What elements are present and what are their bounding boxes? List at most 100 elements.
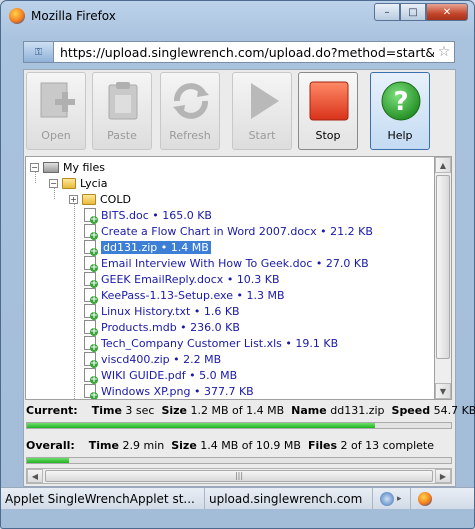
window-title: Mozilla Firefox xyxy=(31,9,116,23)
overall-files: 2 of 13 complete xyxy=(340,439,434,452)
file-size: 377.7 KB xyxy=(203,384,254,398)
folder-cold[interactable]: + COLD xyxy=(69,191,131,207)
overall-time-label: Time xyxy=(88,439,119,452)
collapse-toggle-icon[interactable]: − xyxy=(30,162,39,172)
current-name-label: Name xyxy=(291,404,327,417)
file-entry[interactable]: Linux History.txt • 1.6 KB xyxy=(101,305,240,318)
help-label: Help xyxy=(387,129,413,142)
open-icon xyxy=(40,82,75,118)
file-size: 5.0 MB xyxy=(199,368,238,382)
file-row[interactable]: Create a Flow Chart in Word 2007.docx • … xyxy=(84,223,373,240)
file-entry[interactable]: dd131.zip • 1.4 MB xyxy=(101,240,211,254)
file-entry[interactable]: WIKI GUIDE.pdf • 5.0 MB xyxy=(101,369,237,382)
file-add-icon xyxy=(84,336,98,352)
url-field[interactable]: https://upload.singlewrench.com/upload.d… xyxy=(54,45,434,60)
minimize-button[interactable]: – xyxy=(374,3,400,21)
file-row[interactable]: BITS.doc • 165.0 KB xyxy=(84,207,212,224)
file-name: Windows XP.png xyxy=(101,384,191,398)
maximize-button[interactable]: □ xyxy=(400,3,426,21)
current-status: Current: Time 3 sec Size 1.2 MB of 1.4 M… xyxy=(26,404,475,417)
network-icon[interactable] xyxy=(380,491,394,506)
bullet-separator: • xyxy=(190,384,204,398)
file-tree[interactable]: − My files − Lycia + COLD BITS.doc • 165… xyxy=(25,156,435,400)
folder-label: Lycia xyxy=(80,176,108,190)
scroll-left-arrow-icon[interactable]: ◀ xyxy=(27,469,43,483)
bookmark-star-icon[interactable]: ☆ xyxy=(434,44,454,60)
paste-button[interactable]: Paste xyxy=(92,72,152,150)
refresh-button[interactable]: Refresh xyxy=(160,72,220,150)
bullet-separator: • xyxy=(312,256,326,270)
collapse-toggle-icon[interactable]: − xyxy=(49,178,58,188)
expand-toggle-icon[interactable]: + xyxy=(69,194,78,204)
file-entry[interactable]: Products.mdb • 236.0 KB xyxy=(101,321,240,334)
horizontal-scroll-thumb[interactable]: ||| xyxy=(45,470,433,482)
file-add-icon xyxy=(84,272,98,288)
current-size-label: Size xyxy=(161,404,188,417)
file-entry[interactable]: BITS.doc • 165.0 KB xyxy=(101,209,212,222)
file-size: 2.2 MB xyxy=(183,352,222,366)
play-icon xyxy=(251,83,279,119)
dropdown-arrow-icon[interactable]: ▸ xyxy=(397,494,402,504)
current-label: Current: xyxy=(26,404,78,417)
file-entry[interactable]: Create a Flow Chart in Word 2007.docx • … xyxy=(101,225,373,238)
site-identity-icon[interactable]: ⚿ xyxy=(24,42,54,62)
bullet-separator: • xyxy=(316,224,331,238)
file-row[interactable]: viscd400.zip • 2.2 MB xyxy=(84,351,221,368)
current-time-label: Time xyxy=(91,404,122,417)
folder-icon xyxy=(82,193,96,205)
file-add-icon xyxy=(84,368,98,384)
file-entry[interactable]: KeePass-1.13-Setup.exe • 1.3 MB xyxy=(101,289,285,302)
close-button[interactable]: ✕ xyxy=(426,3,468,21)
address-bar[interactable]: ⚿ https://upload.singlewrench.com/upload… xyxy=(23,41,455,63)
file-row[interactable]: dd131.zip • 1.4 MB xyxy=(84,239,211,256)
file-name: Email Interview With How To Geek.doc xyxy=(101,256,313,270)
file-name: Tech_Company Customer List.xls xyxy=(101,336,282,350)
file-entry[interactable]: Windows XP.png • 377.7 KB xyxy=(101,385,254,398)
file-name: WIKI GUIDE.pdf xyxy=(101,368,186,382)
file-row[interactable]: Linux History.txt • 1.6 KB xyxy=(84,303,240,320)
horizontal-scrollbar[interactable]: ◀ ||| ▶ xyxy=(26,468,452,484)
browser-status-bar: Applet SingleWrenchApplet st... upload.s… xyxy=(1,487,474,509)
file-add-icon xyxy=(84,320,98,336)
scroll-down-arrow-icon[interactable]: ▼ xyxy=(435,383,451,399)
file-name: BITS.doc xyxy=(101,208,149,222)
file-entry[interactable]: GEEK EmailReply.docx • 10.3 KB xyxy=(101,273,280,286)
file-add-icon xyxy=(84,288,98,304)
file-name: Products.mdb xyxy=(101,320,177,334)
bullet-separator: • xyxy=(148,208,163,222)
bullet-separator: • xyxy=(169,352,184,366)
file-add-icon xyxy=(84,208,98,224)
file-row[interactable]: KeePass-1.13-Setup.exe • 1.3 MB xyxy=(84,287,285,304)
file-entry[interactable]: Email Interview With How To Geek.doc • 2… xyxy=(101,257,369,270)
paste-label: Paste xyxy=(107,129,137,142)
title-bar[interactable]: Mozilla Firefox – □ ✕ xyxy=(1,1,474,31)
file-row[interactable]: Tech_Company Customer List.xls • 19.1 KB xyxy=(84,335,338,352)
scroll-up-arrow-icon[interactable]: ▲ xyxy=(435,157,451,173)
file-size: 27.0 KB xyxy=(325,256,369,270)
tree-root[interactable]: − My files xyxy=(30,159,105,175)
folder-lycia[interactable]: − Lycia xyxy=(49,175,107,191)
current-progress-fill xyxy=(27,423,375,428)
file-entry[interactable]: viscd400.zip • 2.2 MB xyxy=(101,353,221,366)
file-row[interactable]: WIKI GUIDE.pdf • 5.0 MB xyxy=(84,367,237,384)
file-row[interactable]: Windows XP.png • 377.7 KB xyxy=(84,383,254,399)
tree-vertical-scrollbar[interactable]: ▲ ▼ xyxy=(435,156,452,400)
help-button[interactable]: ? Help xyxy=(370,72,430,150)
scroll-right-arrow-icon[interactable]: ▶ xyxy=(435,469,451,483)
file-entry[interactable]: Tech_Company Customer List.xls • 19.1 KB xyxy=(101,337,338,350)
overall-size-label: Size xyxy=(171,439,197,452)
file-row[interactable]: Email Interview With How To Geek.doc • 2… xyxy=(84,255,369,272)
file-row[interactable]: Products.mdb • 236.0 KB xyxy=(84,319,240,336)
open-button[interactable]: Open xyxy=(26,72,86,150)
firefox-status-icon[interactable] xyxy=(418,491,432,506)
overall-label: Overall: xyxy=(26,439,75,452)
stop-button[interactable]: Stop xyxy=(298,72,358,150)
scroll-thumb[interactable] xyxy=(436,175,450,359)
file-name: KeePass-1.13-Setup.exe xyxy=(101,288,233,302)
firefox-icon xyxy=(9,8,25,24)
file-size: 165.0 KB xyxy=(162,208,212,222)
start-button[interactable]: Start xyxy=(232,72,292,150)
file-row[interactable]: GEEK EmailReply.docx • 10.3 KB xyxy=(84,271,280,288)
applet-panel: Open Paste Refresh Start Stop ? Help − M… xyxy=(23,69,475,487)
caption-buttons: – □ ✕ xyxy=(374,3,468,21)
